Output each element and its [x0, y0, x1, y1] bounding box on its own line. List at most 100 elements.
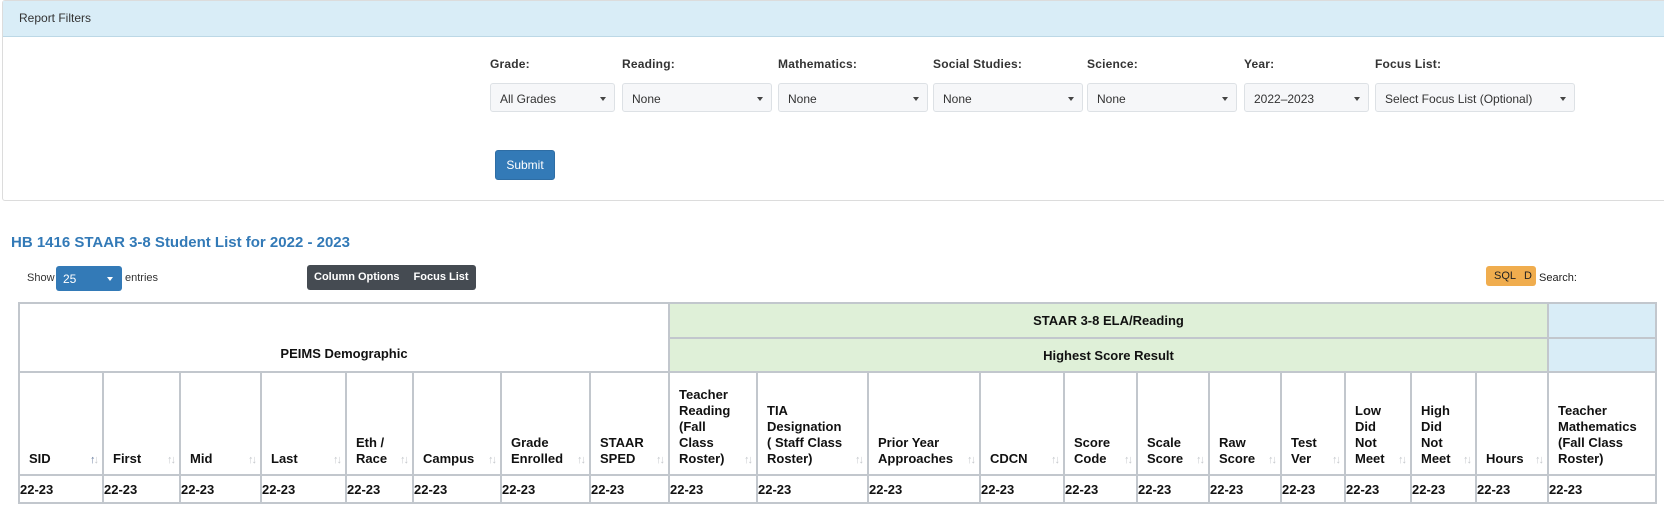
sort-arrows-icon[interactable]: ↑↓ — [1332, 454, 1341, 466]
sort-down-icon: ↓ — [93, 454, 99, 466]
sort-arrows-icon[interactable]: ↑↓ — [744, 454, 753, 466]
sort-arrows-icon[interactable]: ↑↓ — [1196, 454, 1205, 466]
sort-down-icon: ↓ — [491, 454, 497, 466]
sort-arrows-icon[interactable]: ↑↓ — [1398, 454, 1407, 466]
social-studies-select[interactable]: None — [933, 83, 1083, 112]
sort-down-icon: ↓ — [1466, 454, 1472, 466]
sort-down-icon: ↓ — [403, 454, 409, 466]
focus-list-label: Focus List: — [1375, 57, 1442, 71]
group-header-demographic: PEIMS Demographic — [18, 302, 670, 373]
sort-down-icon: ↓ — [1401, 454, 1407, 466]
column-header-prior-year-approaches[interactable]: Prior Year Approaches ↑↓ — [867, 371, 981, 476]
table-cell: 22-23 — [1208, 474, 1282, 504]
sql-button[interactable]: SQL — [1486, 266, 1516, 286]
group-header-ela-sub-label: Highest Score Result — [1043, 347, 1174, 363]
sort-arrows-icon[interactable]: ↑↓ — [1268, 454, 1277, 466]
sort-down-icon: ↓ — [336, 454, 342, 466]
column-header-staar-sped[interactable]: STAAR SPED ↑↓ — [589, 371, 670, 476]
table-row: 22-23 22-23 22-23 22-23 22-23 22-23 22-23 22-23… — [18, 474, 1657, 504]
column-header-high-did-not-meet[interactable]: High Did Not Meet ↑↓ — [1410, 371, 1477, 476]
column-header-grade-enrolled[interactable]: Grade Enrolled ↑↓ — [500, 371, 591, 476]
column-header-last[interactable]: Last ↑↓ — [260, 371, 347, 476]
reading-select[interactable]: None — [622, 83, 772, 112]
caret-down-icon — [600, 97, 606, 101]
show-label: Show — [27, 272, 55, 284]
table-cell: 22-23 — [979, 474, 1065, 504]
column-header-first[interactable]: First ↑↓ — [102, 371, 181, 476]
sort-down-icon: ↓ — [659, 454, 665, 466]
sort-arrows-icon[interactable]: ↑↓ — [656, 454, 665, 466]
column-header-eth-race[interactable]: Eth / Race ↑↓ — [345, 371, 414, 476]
sort-down-icon: ↓ — [1199, 454, 1205, 466]
table-cell: 22-23 — [1280, 474, 1346, 504]
column-header-cdcn[interactable]: CDCN ↑↓ — [979, 371, 1065, 476]
reading-filter: Reading: None — [622, 57, 772, 112]
sort-arrows-icon[interactable]: ↑↓ — [1124, 454, 1133, 466]
sort-arrows-icon[interactable]: ↑↓ — [167, 454, 176, 466]
column-options-button[interactable]: Column Options — [307, 265, 407, 290]
table-cell: 22-23 — [345, 474, 414, 504]
report-filters-panel: Report Filters Grade: All Grades Reading… — [2, 0, 1664, 201]
year-select[interactable]: 2022–2023 — [1244, 83, 1369, 112]
sort-arrows-icon[interactable]: ↑↓ — [1463, 454, 1472, 466]
mathematics-select[interactable]: None — [778, 83, 928, 112]
column-header-scale-score[interactable]: Scale Score ↑↓ — [1136, 371, 1210, 476]
table-cell: 22-23 — [1475, 474, 1549, 504]
sort-down-icon: ↓ — [858, 454, 864, 466]
d-button[interactable]: D — [1516, 266, 1532, 286]
column-header-score-code[interactable]: Score Code ↑↓ — [1063, 371, 1138, 476]
focus-list-select[interactable]: Select Focus List (Optional) — [1375, 83, 1575, 112]
sort-arrows-icon[interactable]: ↑↓ — [967, 454, 976, 466]
sort-down-icon: ↓ — [580, 454, 586, 466]
column-header-campus[interactable]: Campus ↑↓ — [412, 371, 502, 476]
grade-select[interactable]: All Grades — [490, 83, 615, 112]
caret-down-icon — [107, 277, 113, 281]
caret-down-icon — [1068, 97, 1074, 101]
sort-arrows-icon[interactable]: ↑↓ — [1535, 454, 1544, 466]
column-header-hours[interactable]: Hours ↑↓ — [1475, 371, 1549, 476]
sort-down-icon: ↓ — [251, 454, 257, 466]
table-cell: 22-23 — [412, 474, 502, 504]
group-header-next-sub — [1547, 337, 1657, 373]
sort-arrows-icon[interactable]: ↑↓ — [855, 454, 864, 466]
focus-list-filter: Focus List: Select Focus List (Optional) — [1375, 57, 1575, 112]
entries-label: entries — [125, 272, 159, 284]
table-cell: 22-23 — [589, 474, 670, 504]
group-header-next — [1547, 302, 1657, 339]
submit-button[interactable]: Submit — [495, 150, 555, 180]
sort-arrows-icon[interactable]: ↑↓ — [488, 454, 497, 466]
sort-arrows-icon[interactable]: ↑↓ — [577, 454, 586, 466]
column-header-low-did-not-meet[interactable]: Low Did Not Meet ↑↓ — [1344, 371, 1412, 476]
table-cell: 22-23 — [756, 474, 869, 504]
column-header-teacher-mathematics-fall-class-roster[interactable]: Teacher Mathematics (Fall Class Roster) — [1547, 371, 1657, 476]
sort-arrows-icon[interactable]: ↑↓ — [400, 454, 409, 466]
caret-down-icon — [1354, 97, 1360, 101]
column-header-tia-designation-staff-class-roster[interactable]: TIA Designation ( Staff Class Roster) ↑↓ — [756, 371, 869, 476]
caret-down-icon — [1560, 97, 1566, 101]
sort-arrows-icon[interactable]: ↑↓ — [333, 454, 342, 466]
sort-arrows-icon[interactable]: ↑↓ — [1051, 454, 1060, 466]
column-header-teacher-reading-fall-class-roster[interactable]: Teacher Reading (Fall Class Roster) ↑↓ — [668, 371, 758, 476]
sort-arrows-icon[interactable]: ↑↓ — [90, 454, 99, 466]
focus-list-button[interactable]: Focus List — [407, 265, 476, 290]
column-header-row: SID ↑↓ First ↑↓ Mid ↑↓ Last ↑↓ Eth / Race ↑↓ Campu… — [18, 371, 1657, 476]
sort-down-icon: ↓ — [1335, 454, 1341, 466]
column-header-raw-score[interactable]: Raw Score ↑↓ — [1208, 371, 1282, 476]
table-body: 22-23 22-23 22-23 22-23 22-23 22-23 22-23 22-23… — [18, 474, 1657, 504]
caret-down-icon — [1222, 97, 1228, 101]
column-header-sid[interactable]: SID ↑↓ — [18, 371, 104, 476]
grade-select-value: All Grades — [500, 92, 557, 106]
table-cell: 22-23 — [867, 474, 981, 504]
year-select-value: 2022–2023 — [1254, 92, 1315, 106]
caret-down-icon — [757, 97, 763, 101]
column-header-test-ver[interactable]: Test Ver ↑↓ — [1280, 371, 1346, 476]
entries-select[interactable]: 25 — [56, 266, 122, 291]
science-select[interactable]: None — [1087, 83, 1237, 112]
group-header-ela-sub: Highest Score Result — [668, 337, 1549, 373]
column-header-mid[interactable]: Mid ↑↓ — [179, 371, 262, 476]
table-cell: 22-23 — [260, 474, 347, 504]
table-cell: 22-23 — [18, 474, 104, 504]
sort-arrows-icon[interactable]: ↑↓ — [248, 454, 257, 466]
search-label: Search: — [1539, 272, 1577, 284]
group-header-ela-label: STAAR 3-8 ELA/Reading — [1033, 313, 1184, 328]
